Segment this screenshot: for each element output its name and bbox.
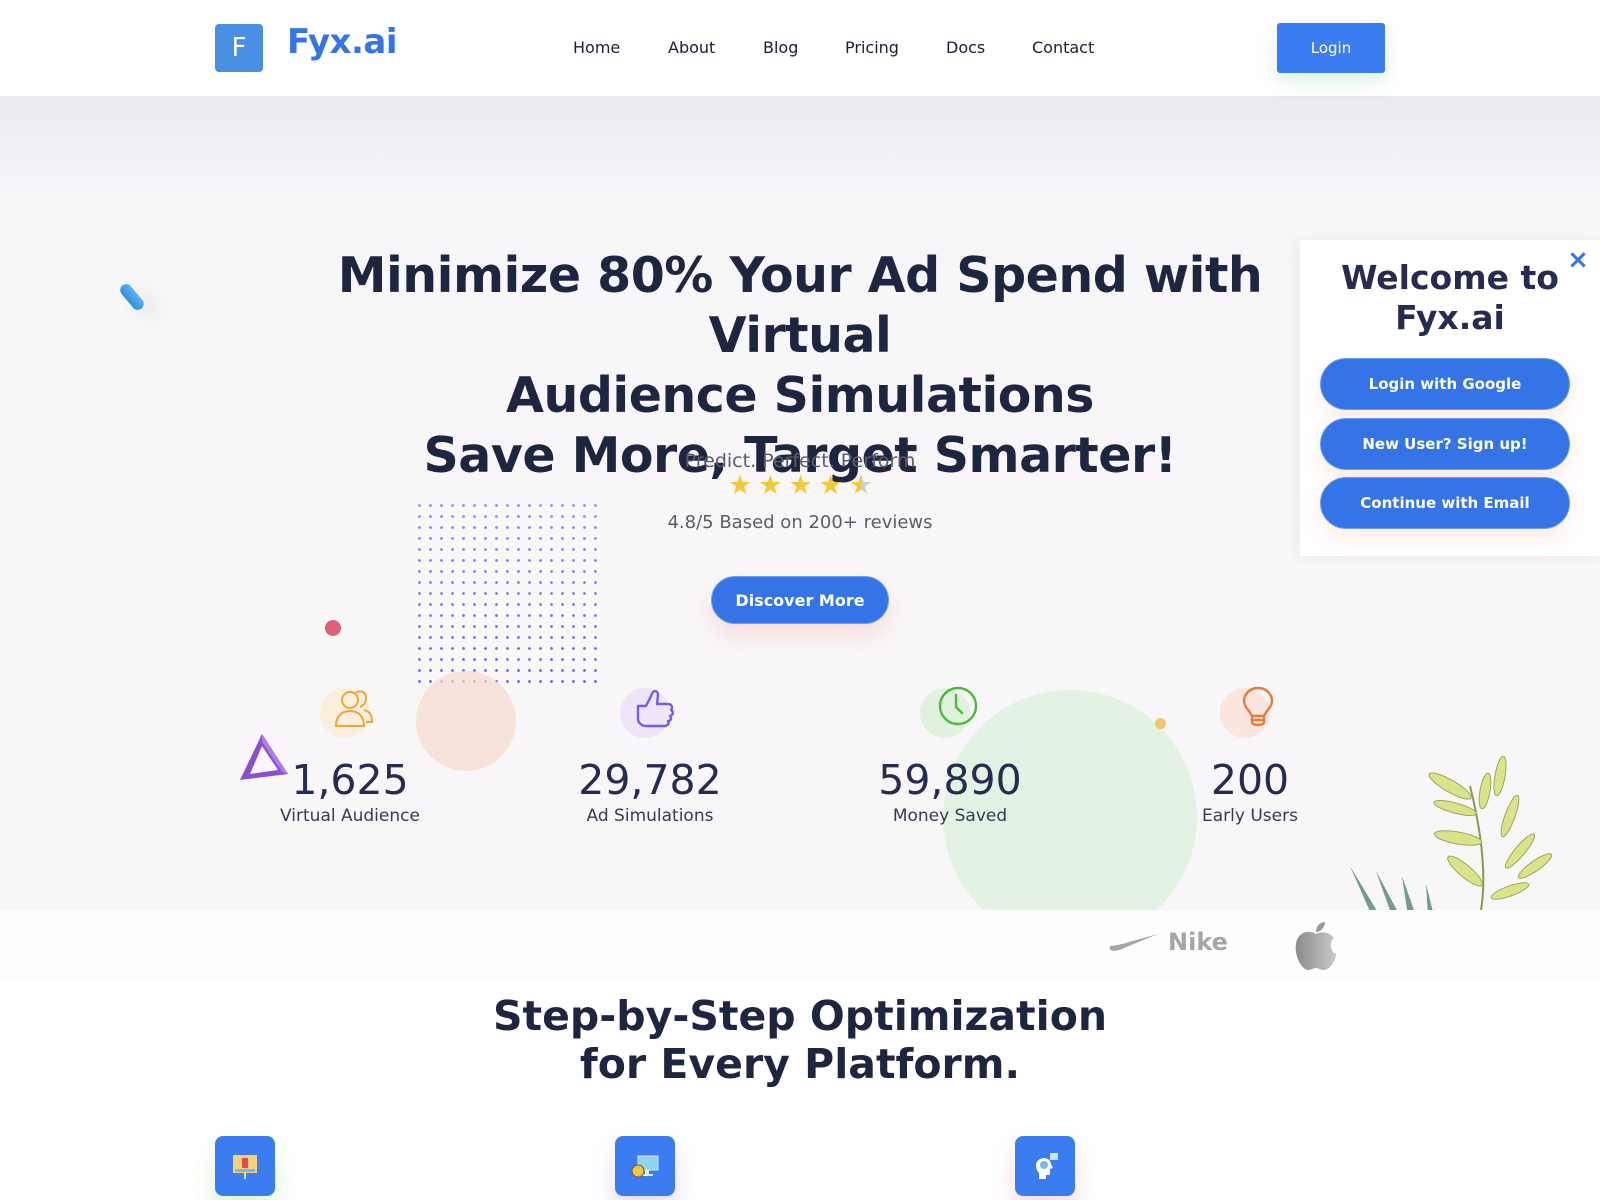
brand-nike: Nike bbox=[1108, 928, 1228, 956]
decor-dot-grid-tint bbox=[414, 500, 604, 690]
section-title-line-2: for Every Platform. bbox=[579, 1040, 1021, 1088]
star-icon: ★ bbox=[758, 470, 783, 500]
login-button[interactable]: Login bbox=[1277, 23, 1385, 73]
welcome-modal: × Welcome to Fyx.ai Login with Google Ne… bbox=[1300, 240, 1600, 556]
monitor-coin-icon bbox=[631, 1155, 659, 1178]
decor-pink-dot bbox=[325, 620, 341, 636]
stat-label: Virtual Audience bbox=[280, 806, 420, 826]
stat-virtual-audience: 1,625 Virtual Audience bbox=[240, 686, 460, 826]
stat-early-users: 200 Early Users bbox=[1140, 686, 1360, 826]
users-icon bbox=[334, 690, 374, 727]
nav-docs[interactable]: Docs bbox=[946, 38, 985, 57]
logo-icon[interactable]: F bbox=[215, 24, 263, 72]
decor-pill-shape bbox=[117, 281, 147, 313]
star-icon: ★ bbox=[788, 470, 813, 500]
rating-stars: ★ ★ ★ ★ ★ bbox=[728, 470, 873, 500]
thumbs-up-icon bbox=[636, 689, 674, 728]
modal-title-line-1: Welcome to bbox=[1341, 258, 1559, 297]
lightbulb-icon bbox=[1242, 686, 1274, 727]
step-3-icon bbox=[1015, 1136, 1075, 1196]
nav-pricing[interactable]: Pricing bbox=[845, 38, 899, 57]
hero-title-line-1: Minimize 80% Your Ad Spend with Virtual bbox=[337, 247, 1263, 364]
login-with-google-button[interactable]: Login with Google bbox=[1320, 358, 1570, 410]
section-title-line-1: Step-by-Step Optimization bbox=[492, 992, 1108, 1040]
modal-title-line-2: Fyx.ai bbox=[1395, 298, 1505, 337]
continue-with-email-button[interactable]: Continue with Email bbox=[1320, 477, 1570, 529]
apple-logo-icon bbox=[1295, 922, 1336, 970]
clock-icon bbox=[938, 686, 978, 726]
stat-value: 29,782 bbox=[578, 756, 722, 804]
sign-up-button[interactable]: New User? Sign up! bbox=[1320, 418, 1570, 470]
nav-about[interactable]: About bbox=[668, 38, 715, 57]
star-icon: ★ bbox=[728, 470, 753, 500]
nav-blog[interactable]: Blog bbox=[763, 38, 798, 57]
stat-label: Money Saved bbox=[892, 806, 1008, 826]
hero-tagline: Predict. Perfect. Perform bbox=[684, 450, 916, 472]
modal-title: Welcome to Fyx.ai bbox=[1300, 258, 1600, 338]
hero-title-line-2: Audience Simulations bbox=[506, 367, 1094, 424]
stat-value: 59,890 bbox=[878, 756, 1022, 804]
stat-money-saved: 59,890 Money Saved bbox=[840, 686, 1060, 826]
step-1-icon bbox=[215, 1136, 275, 1196]
section-title: Step-by-Step Optimization for Every Plat… bbox=[450, 992, 1150, 1088]
presentation-board-icon bbox=[233, 1155, 257, 1179]
brand-nike-name: Nike bbox=[1168, 928, 1228, 956]
stat-value: 1,625 bbox=[291, 756, 409, 804]
stat-label: Early Users bbox=[1202, 806, 1298, 826]
brand-name[interactable]: Fyx.ai bbox=[287, 22, 397, 62]
discover-more-button[interactable]: Discover More bbox=[711, 576, 889, 624]
brand-logos-strip: Nike bbox=[0, 910, 1600, 980]
nav-home[interactable]: Home bbox=[573, 38, 620, 57]
nav-contact[interactable]: Contact bbox=[1032, 38, 1094, 57]
stat-label: Ad Simulations bbox=[586, 806, 714, 826]
star-half-icon: ★ bbox=[848, 470, 874, 500]
stat-value: 200 bbox=[1210, 756, 1290, 804]
nike-swoosh-icon bbox=[1109, 934, 1158, 951]
stat-ad-simulations: 29,782 Ad Simulations bbox=[540, 686, 760, 826]
head-chart-icon bbox=[1036, 1153, 1058, 1179]
step-2-icon bbox=[615, 1136, 675, 1196]
decor-plant-illustration bbox=[1350, 755, 1553, 910]
site-header: F Fyx.ai Home About Blog Pricing Docs Co… bbox=[0, 0, 1600, 96]
rating-text: 4.8/5 Based on 200+ reviews bbox=[667, 512, 933, 533]
star-icon: ★ bbox=[818, 470, 843, 500]
